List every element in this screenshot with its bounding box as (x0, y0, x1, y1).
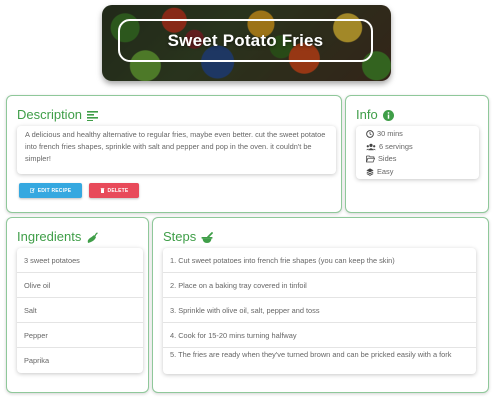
info-servings-row: 6 servings (366, 141, 469, 154)
list-item: 4. Cook for 15-20 mins turning halfway (163, 323, 476, 348)
description-text: A delicious and healthy alternative to r… (17, 126, 336, 174)
list-item: 3 sweet potatoes (17, 248, 143, 273)
list-item: 1. Cut sweet potatoes into french frie s… (163, 248, 476, 273)
list-item: Salt (17, 298, 143, 323)
info-category-row: Sides (366, 153, 469, 166)
list-item: Olive oil (17, 273, 143, 298)
info-heading: Info (356, 107, 394, 122)
delete-button[interactable]: DELETE (89, 183, 139, 198)
info-category: Sides (378, 154, 397, 163)
edit-icon (29, 187, 35, 194)
description-heading-text: Description (17, 107, 83, 122)
list-item: 2. Place on a baking tray covered in tin… (163, 273, 476, 298)
ingredients-panel: Ingredients 3 sweet potatoes Olive oil S… (6, 217, 149, 393)
align-left-icon (87, 107, 99, 122)
description-heading: Description (17, 107, 99, 122)
ingredients-list: 3 sweet potatoes Olive oil Salt Pepper P… (17, 248, 143, 373)
list-item: Pepper (17, 323, 143, 348)
info-time: 30 mins (377, 129, 403, 138)
trash-icon (100, 187, 105, 194)
delete-label: DELETE (107, 187, 129, 194)
users-icon (366, 141, 376, 154)
info-time-row: 30 mins (366, 128, 469, 141)
layers-icon (366, 166, 374, 179)
steps-list: 1. Cut sweet potatoes into french frie s… (163, 248, 476, 374)
steps-heading: Steps (163, 229, 214, 244)
ingredients-heading: Ingredients (17, 229, 99, 244)
pepper-icon (86, 229, 99, 244)
info-details: 30 mins 6 servings Sides Easy (356, 126, 479, 179)
list-item: Paprika (24, 356, 50, 365)
recipe-title: Sweet Potato Fries (167, 30, 324, 50)
edit-recipe-label: EDIT RECIPE (37, 187, 72, 194)
steps-heading-text: Steps (163, 229, 197, 244)
info-circle-icon (382, 107, 394, 122)
list-item: 5. The fries are ready when they've turn… (170, 350, 452, 359)
list-item: 3. Sprinkle with olive oil, salt, pepper… (163, 298, 476, 323)
ingredients-heading-text: Ingredients (17, 229, 82, 244)
info-difficulty-row: Easy (366, 166, 469, 179)
edit-recipe-button[interactable]: EDIT RECIPE (19, 183, 82, 198)
folder-open-icon (366, 153, 375, 166)
info-servings: 6 servings (379, 141, 413, 151)
recipe-title-box: Sweet Potato Fries (118, 19, 373, 62)
steps-panel: Steps 1. Cut sweet potatoes into french … (152, 217, 489, 393)
info-heading-text: Info (356, 107, 378, 122)
mortar-pestle-icon (201, 229, 214, 244)
recipe-header-banner: Sweet Potato Fries (102, 5, 391, 81)
clock-icon (366, 128, 374, 141)
info-panel: Info 30 mins 6 servings Sides Easy (345, 95, 489, 213)
info-difficulty: Easy (377, 166, 394, 176)
